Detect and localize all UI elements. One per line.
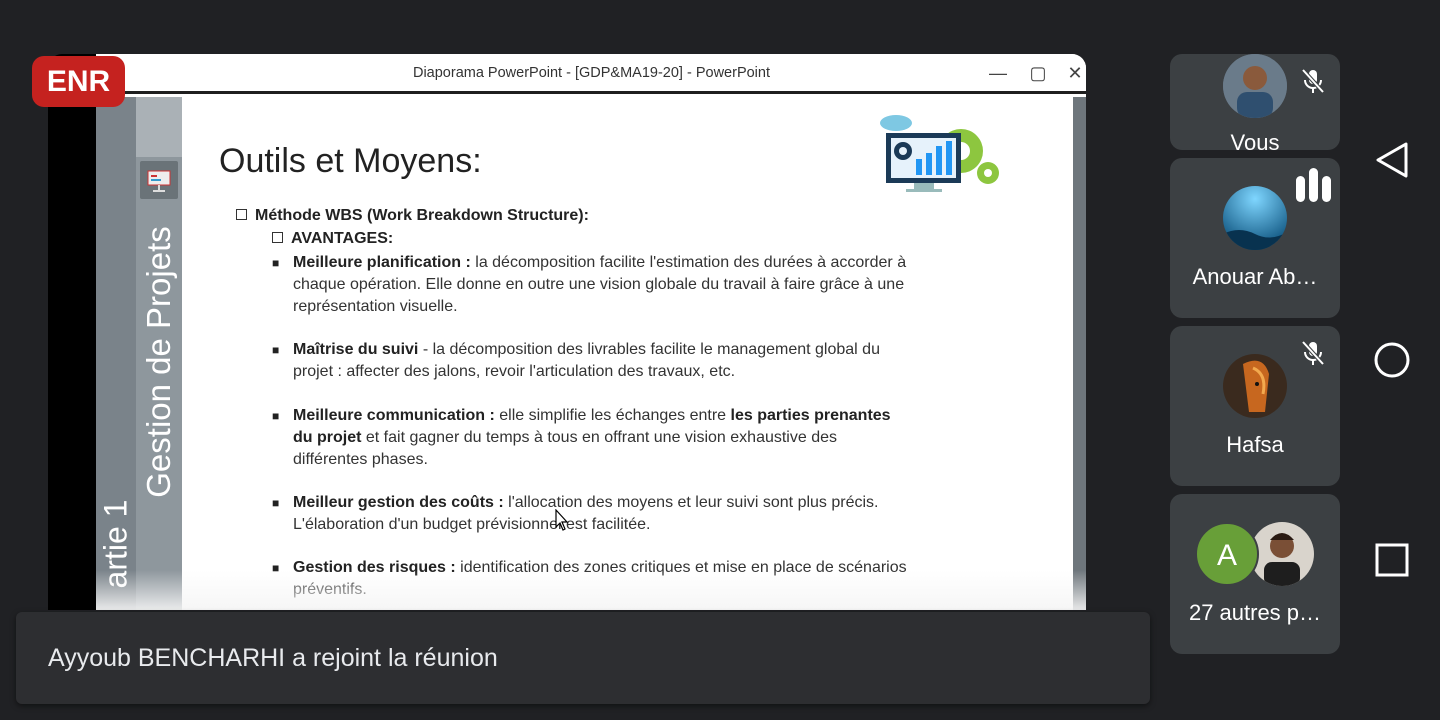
avatar — [1250, 522, 1314, 586]
bullet-suivi: ■ Maîtrise du suivi - la décomposition d… — [272, 341, 880, 380]
recording-badge: ENR — [32, 56, 125, 107]
participant-name: 27 autres p… — [1188, 600, 1322, 625]
wbs-heading: Méthode WBS (Work Breakdown Structure): — [236, 207, 589, 225]
slide-side-title: Gestion de Projets — [140, 226, 177, 498]
participant-name: Anouar Ab… — [1192, 264, 1318, 289]
participant-tile-self[interactable]: Vous — [1170, 54, 1340, 150]
back-nav-icon[interactable] — [1372, 140, 1412, 180]
home-nav-icon[interactable] — [1372, 340, 1412, 380]
avatar — [1223, 54, 1287, 118]
participant-tile-hafsa[interactable]: Hafsa — [1170, 326, 1340, 486]
participant-name: Vous — [1230, 130, 1280, 150]
avatar — [1223, 186, 1287, 250]
maximize-icon[interactable]: ▢ — [1024, 60, 1052, 86]
slide-heading: Outils et Moyens: — [219, 142, 482, 180]
bullet-couts: ■ Meilleur gestion des coûts : l'allocat… — [272, 494, 879, 533]
meet-stage: Diaporama PowerPoint - [GDP&MA19-20] - P… — [0, 0, 1440, 720]
minimize-icon[interactable]: — — [984, 60, 1012, 86]
close-icon[interactable]: ✕ — [1061, 60, 1086, 86]
monitor-gears-icon — [876, 111, 1006, 201]
mouse-pointer-icon — [555, 509, 569, 531]
participant-name: Hafsa — [1226, 432, 1284, 457]
toast-message: Ayyoub BENCHARHI a rejoint la réunion — [48, 644, 498, 672]
avatar — [1223, 354, 1287, 418]
shared-screen: Diaporama PowerPoint - [GDP&MA19-20] - P… — [48, 54, 1086, 610]
avantages-heading: AVANTAGES: — [272, 230, 393, 248]
slide-bottom-fade — [96, 570, 1086, 610]
powerpoint-titlebar: Diaporama PowerPoint - [GDP&MA19-20] - P… — [96, 54, 1086, 94]
bullet-communication: ■ Meilleure communication : elle simplif… — [272, 407, 891, 468]
slide-presentation-icon — [140, 161, 178, 199]
join-notification-toast: Ayyoub BENCHARHI a rejoint la réunion — [16, 612, 1150, 704]
participant-tile-others[interactable]: A 27 autres p… — [1170, 494, 1340, 654]
window-title: Diaporama PowerPoint - [GDP&MA19-20] - P… — [412, 65, 770, 81]
bullet-planification: ■ Meilleure planification : la décomposi… — [272, 254, 907, 315]
mic-off-icon — [1301, 340, 1325, 366]
powerpoint-window: Diaporama PowerPoint - [GDP&MA19-20] - P… — [96, 54, 1086, 610]
avatar-letter: A — [1195, 522, 1259, 586]
slide-right-edge — [1073, 97, 1086, 610]
slide: Gestion de Projets artie 1 Outils et Moy… — [96, 97, 1086, 610]
mic-off-icon — [1301, 68, 1325, 94]
speaking-indicator-icon — [1296, 168, 1332, 202]
recents-nav-icon[interactable] — [1372, 540, 1412, 580]
